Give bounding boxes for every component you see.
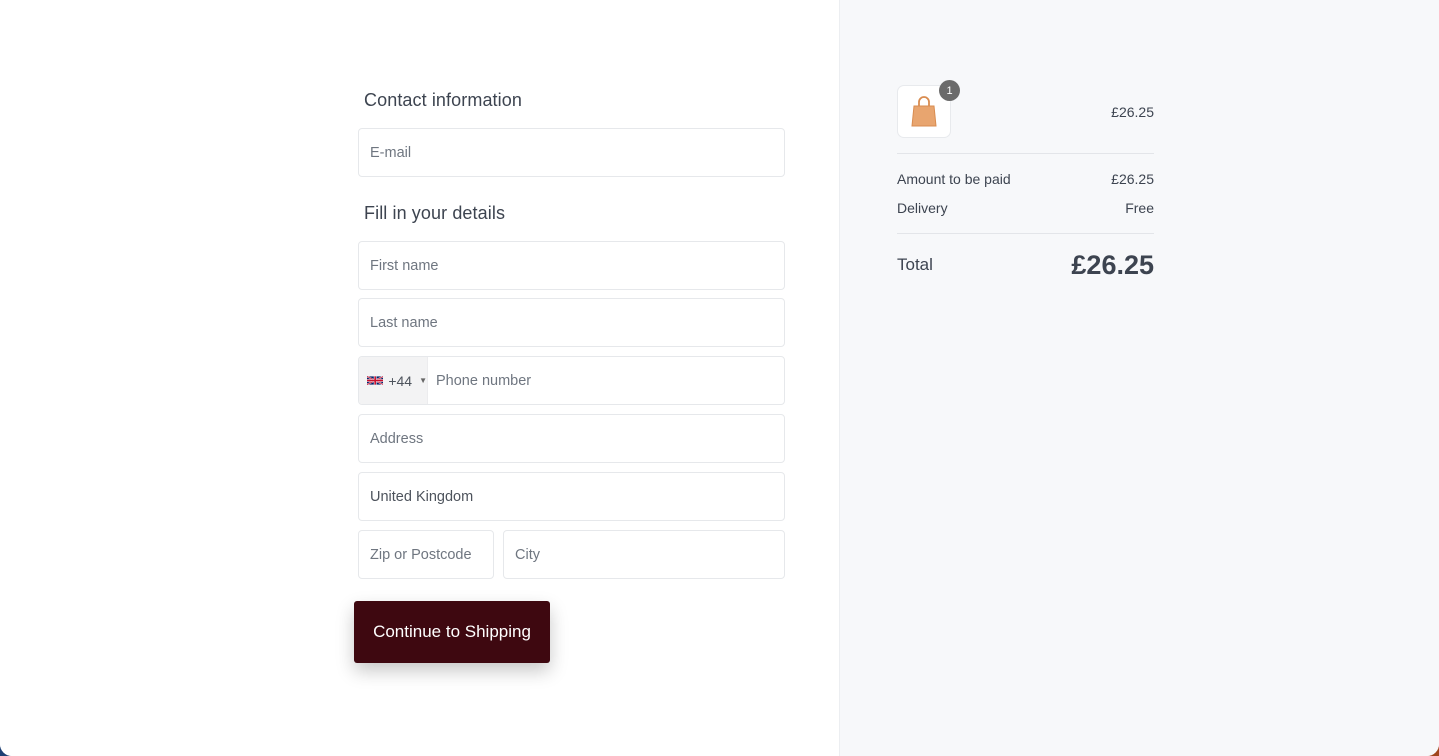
checkout-window: Contact information E-mail Fill in your … [0, 0, 1439, 756]
first-name-placeholder: First name [370, 257, 439, 274]
address-placeholder: Address [370, 430, 424, 447]
zip-city-row: Zip or Postcode City [358, 530, 785, 579]
uk-flag-icon [367, 375, 384, 386]
email-placeholder: E-mail [370, 144, 412, 161]
phone-field: +44 ▼ Phone number [358, 356, 785, 405]
country-select[interactable]: United Kingdom [358, 472, 785, 521]
item-price: £26.25 [1111, 103, 1154, 120]
dial-code: +44 [388, 372, 413, 389]
caret-down-icon: ▼ [419, 376, 427, 385]
delivery-row: Delivery Free [897, 193, 1154, 222]
order-summary: 1 £26.25 Amount to be paid £26.25 Delive… [897, 80, 1154, 296]
total-value: £26.25 [1071, 249, 1154, 280]
phone-placeholder: Phone number [436, 372, 532, 389]
zip-placeholder: Zip or Postcode [370, 546, 472, 563]
shopping-bag-icon [911, 95, 937, 126]
email-input[interactable]: E-mail [358, 128, 785, 177]
total-row: Total £26.25 [897, 234, 1154, 296]
total-label: Total [897, 255, 933, 274]
last-name-input[interactable]: Last name [358, 298, 785, 347]
last-name-placeholder: Last name [370, 314, 438, 331]
city-placeholder: City [515, 546, 540, 563]
item-thumbnail: 1 [897, 80, 960, 138]
zip-input[interactable]: Zip or Postcode [358, 530, 494, 579]
amount-label: Amount to be paid [897, 170, 1011, 187]
summary-lines: Amount to be paid £26.25 Delivery Free [897, 154, 1154, 233]
amount-value: £26.25 [1111, 170, 1154, 187]
continue-to-shipping-button[interactable]: Continue to Shipping [354, 601, 550, 663]
checkout-form: Contact information E-mail Fill in your … [354, 86, 785, 663]
quantity-badge: 1 [939, 80, 960, 101]
first-name-input[interactable]: First name [358, 241, 785, 290]
checkout-form-panel: Contact information E-mail Fill in your … [0, 0, 839, 756]
address-input[interactable]: Address [358, 414, 785, 463]
cart-item: 1 £26.25 [897, 80, 1154, 138]
phone-number-input[interactable]: Phone number [428, 373, 531, 389]
order-summary-panel: 1 £26.25 Amount to be paid £26.25 Delive… [839, 0, 1439, 756]
amount-row: Amount to be paid £26.25 [897, 164, 1154, 193]
country-value: United Kingdom [370, 488, 474, 505]
country-code-dropdown[interactable]: +44 ▼ [359, 357, 428, 404]
city-input[interactable]: City [503, 530, 785, 579]
contact-information-heading: Contact information [364, 90, 522, 110]
delivery-label: Delivery [897, 199, 948, 216]
delivery-value: Free [1125, 199, 1154, 216]
fill-details-heading: Fill in your details [364, 203, 506, 223]
